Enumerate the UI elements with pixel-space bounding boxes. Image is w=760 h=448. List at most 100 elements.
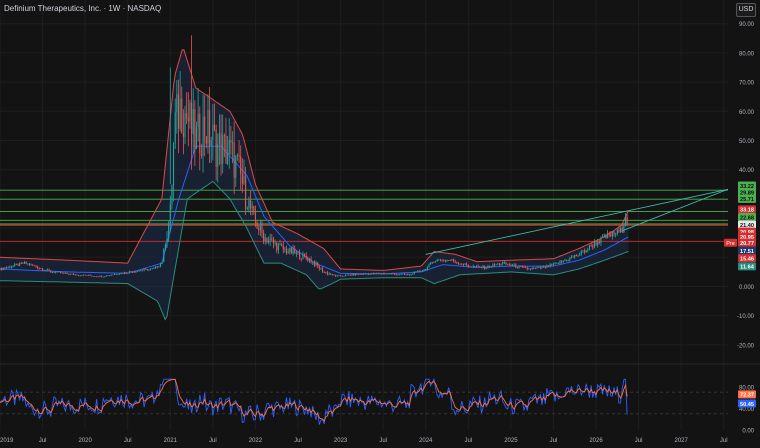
candle-body <box>171 185 173 205</box>
candle-body <box>579 254 581 256</box>
candle-body <box>564 260 566 262</box>
candle-body <box>369 273 371 275</box>
candle-body <box>443 260 445 262</box>
candle-body <box>163 249 165 263</box>
candle-body <box>74 274 76 276</box>
candle-body <box>61 272 63 274</box>
rsi-axis-tick-label: 0.00 <box>742 429 754 435</box>
candle-body <box>590 245 592 247</box>
candle-body <box>389 273 391 275</box>
candle-body <box>598 241 600 244</box>
candle-body <box>92 276 94 277</box>
candle-body <box>320 268 322 270</box>
candle-body <box>569 257 571 261</box>
time-axis-tick-label: Jul <box>294 438 302 444</box>
candle-body <box>420 271 422 273</box>
candle-body <box>418 271 420 272</box>
time-axis-tick-label: 2020 <box>78 438 92 444</box>
candle-body <box>317 262 319 266</box>
candle-body <box>50 270 52 273</box>
candle-body <box>621 228 623 233</box>
candle-body <box>580 250 582 255</box>
candle-body <box>12 265 14 267</box>
candle-body <box>335 275 337 277</box>
candle-body <box>125 272 127 273</box>
candle-body <box>115 274 117 275</box>
candle-body <box>426 267 428 271</box>
candle-body <box>161 262 163 265</box>
candle-body <box>259 225 261 231</box>
chart-canvas[interactable]: 90.0080.0070.0060.0050.0040.0030.0020.00… <box>0 0 760 448</box>
candle-body <box>140 270 142 272</box>
candle-body <box>415 271 417 273</box>
candle-body <box>228 140 230 154</box>
candle-body <box>461 263 463 265</box>
candle-body <box>575 254 577 257</box>
candle-body <box>416 271 419 272</box>
candle-body <box>318 265 320 269</box>
candle-body <box>96 276 98 278</box>
candle-body <box>562 261 564 262</box>
candle-body <box>394 273 396 275</box>
candle-body <box>84 274 86 276</box>
candle-body <box>313 261 315 266</box>
currency-button[interactable]: USD <box>736 3 756 17</box>
candle-body <box>304 253 306 256</box>
candle-body <box>82 274 85 276</box>
candle-body <box>538 267 540 268</box>
candle-body <box>487 265 489 268</box>
candle-body <box>402 273 404 275</box>
candle-body <box>359 273 361 275</box>
candle-body <box>387 273 389 275</box>
candle-body <box>192 109 194 134</box>
candle-body <box>549 264 551 267</box>
candle-body <box>600 237 602 244</box>
candle-body <box>277 244 279 251</box>
candle-body <box>89 274 91 276</box>
candle-body <box>145 269 147 270</box>
candle-body <box>364 273 366 275</box>
time-axis-tick-label: 2022 <box>249 438 263 444</box>
candle-body <box>462 264 464 266</box>
candle-body <box>482 266 484 268</box>
candle-body <box>276 242 278 251</box>
candle-body <box>471 266 473 268</box>
candle-body <box>380 273 383 275</box>
candle-body <box>421 270 424 272</box>
price-axis-tick-label: 50.00 <box>739 139 755 145</box>
candle-body <box>179 98 181 129</box>
candle-body <box>55 272 57 274</box>
candle-body <box>395 274 397 275</box>
candle-body <box>112 274 114 276</box>
candle-body <box>225 135 227 164</box>
candle-body <box>256 221 258 229</box>
candle-body <box>243 176 245 184</box>
price-label: 17.51 <box>740 249 754 255</box>
candle-body <box>128 271 130 273</box>
candle-body <box>523 266 525 268</box>
candle-body <box>459 263 461 265</box>
candle-body <box>132 271 134 273</box>
candle-body <box>155 266 157 268</box>
candle-body <box>205 136 207 144</box>
time-axis-tick-label: 2024 <box>419 438 433 444</box>
price-label: 20.77 <box>740 241 754 247</box>
candle-body <box>245 176 247 209</box>
candle-body <box>153 267 155 269</box>
candle-body <box>559 261 561 264</box>
candle-body <box>248 200 250 209</box>
candle-body <box>358 273 360 275</box>
candle-body <box>561 261 563 262</box>
candle-body <box>1 267 3 270</box>
candle-body <box>279 244 281 246</box>
candle-body <box>133 271 135 273</box>
candle-body <box>127 272 129 274</box>
candle-body <box>209 110 211 146</box>
candle-body <box>274 242 276 244</box>
candle-body <box>109 275 111 276</box>
candle-body <box>130 271 132 273</box>
time-axis-tick-label: Jul <box>124 438 132 444</box>
candle-body <box>187 118 189 122</box>
candle-body <box>552 263 555 265</box>
candle-body <box>143 269 145 271</box>
